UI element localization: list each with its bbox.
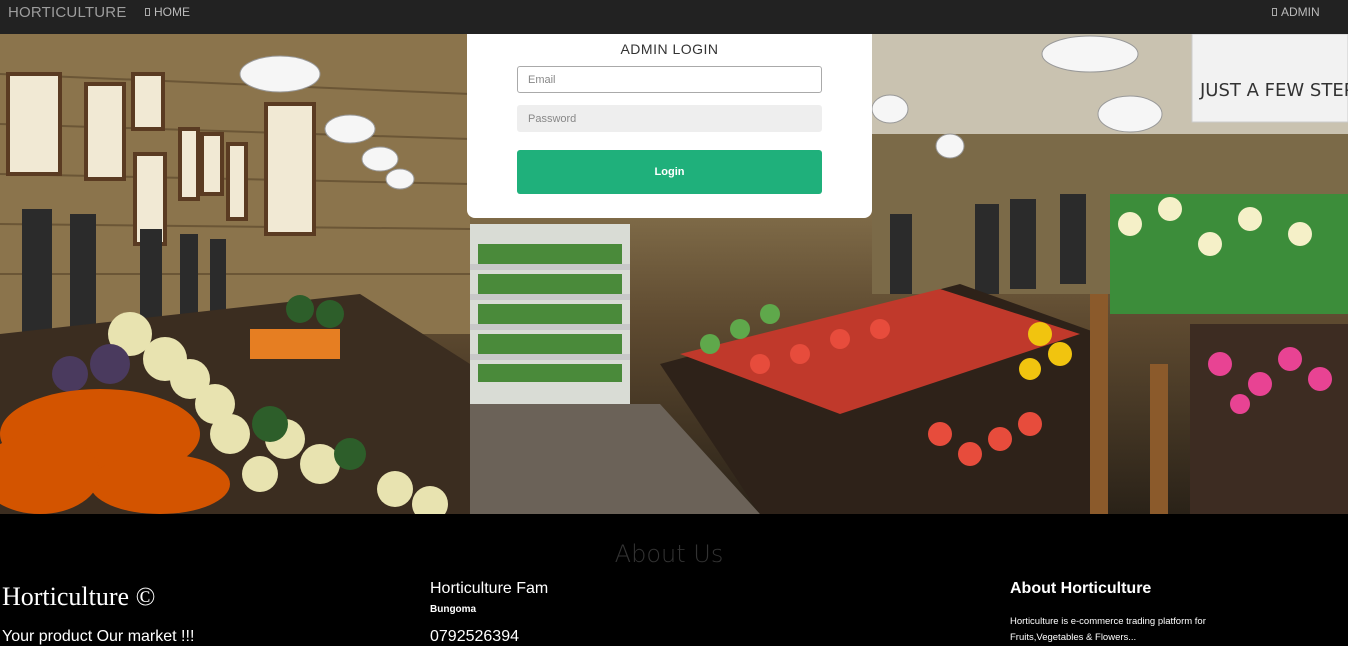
admin-login-card: ADMIN LOGIN Login [467,34,872,218]
footer-brand-title: Horticulture © [2,582,156,611]
footer-phone: 0792526394 [430,628,519,645]
login-button[interactable]: Login [517,150,822,194]
home-icon [145,8,150,16]
top-navbar: HORTICULTURE HOME ADMIN [0,0,1348,34]
footer-about-description: Horticulture is e-commerce trading platf… [1010,616,1206,643]
nav-admin-link[interactable]: ADMIN [1272,5,1320,19]
nav-home-link[interactable]: HOME [145,5,190,19]
password-field[interactable] [517,105,822,132]
email-field[interactable] [517,66,822,93]
user-icon [1272,8,1277,16]
login-title: ADMIN LOGIN [620,41,719,57]
footer-about-heading: About Horticulture [1010,580,1152,597]
nav-admin-label: ADMIN [1281,5,1320,19]
nav-home-label: HOME [154,5,190,19]
brand-logo[interactable]: HORTICULTURE [8,4,127,21]
footer-location: Bungoma [430,604,477,615]
footer-tagline: Your product Our market !!! [2,628,195,645]
footer-company-name: Horticulture Fam [430,580,549,597]
store-sign-text: JUST A FEW STEPS [1199,80,1348,101]
about-us-heading: About Us [614,540,724,568]
